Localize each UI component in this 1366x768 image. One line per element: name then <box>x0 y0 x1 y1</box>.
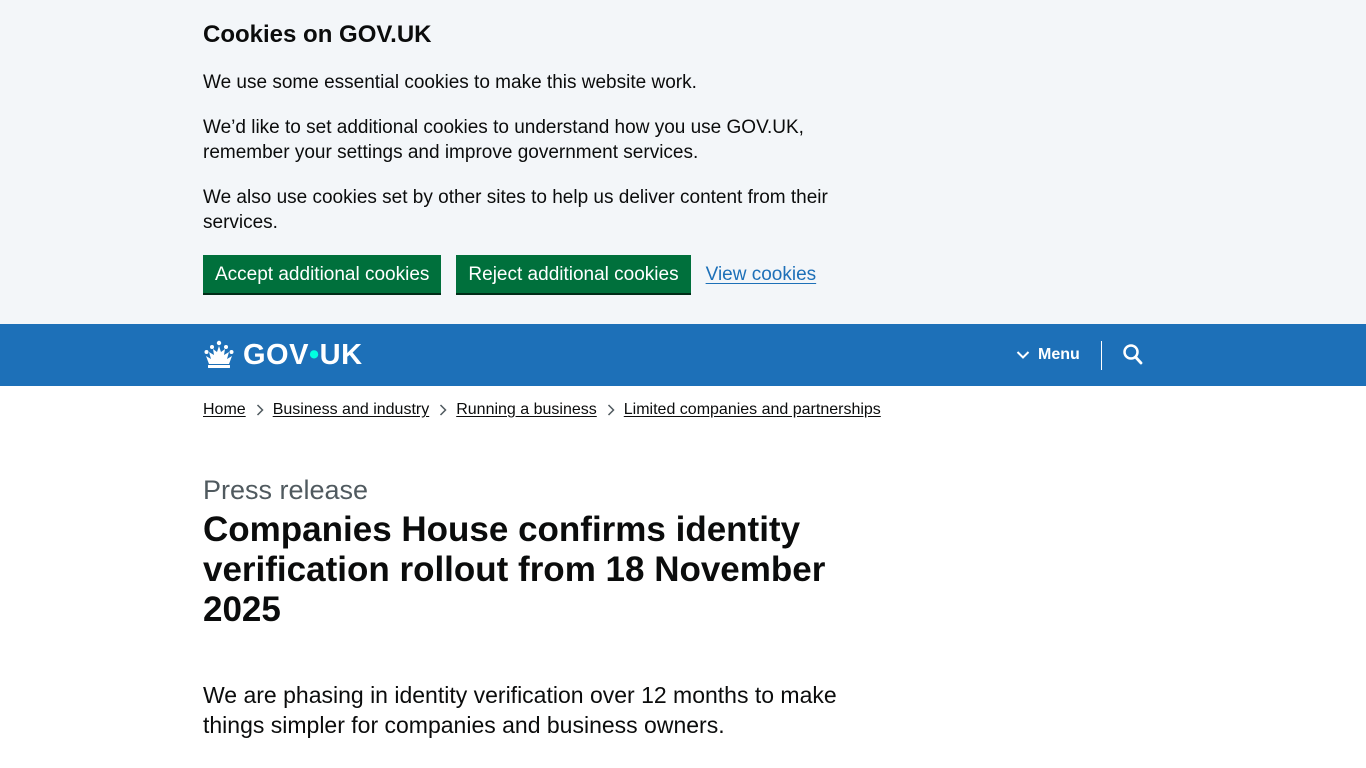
menu-label: Menu <box>1038 346 1080 363</box>
search-button[interactable] <box>1122 343 1144 367</box>
chevron-right-icon <box>256 404 264 416</box>
govuk-logo-text: GOV•UK <box>243 338 363 372</box>
breadcrumb: Home Business and industry Running a bus… <box>203 400 881 420</box>
breadcrumb-running-a-business[interactable]: Running a business <box>456 400 597 420</box>
logo-text-gov: GOV <box>243 339 309 371</box>
chevron-right-icon <box>440 404 447 416</box>
page-lede: We are phasing in identity verification … <box>203 682 837 738</box>
logo-dot: • <box>308 339 320 371</box>
cookie-banner-content: Cookies on GOV.UK We use some essential … <box>203 20 843 293</box>
cookie-banner: Cookies on GOV.UK We use some essential … <box>0 0 1366 324</box>
govuk-logo-link[interactable]: GOV•UK <box>203 338 363 372</box>
page-title: Companies House confirms identity verifi… <box>203 510 826 629</box>
page-caption: Press release <box>203 475 369 505</box>
header-divider <box>1101 341 1102 370</box>
view-cookies-link[interactable]: View cookies <box>706 262 817 287</box>
breadcrumb-limited-companies[interactable]: Limited companies and partnerships <box>624 400 881 420</box>
cookie-banner-actions: Accept additional cookies Reject additio… <box>203 255 816 293</box>
site-header: GOV•UK Menu <box>0 324 1366 386</box>
accept-cookies-button[interactable]: Accept additional cookies <box>203 255 442 293</box>
breadcrumb-home[interactable]: Home <box>203 400 246 420</box>
chevron-down-icon <box>1016 351 1030 359</box>
cookie-banner-text-additional: We’d like to set additional cookies to u… <box>203 117 804 163</box>
chevron-right-icon <box>607 404 615 416</box>
breadcrumb-business-and-industry[interactable]: Business and industry <box>273 400 430 420</box>
cookie-banner-text-essential: We use some essential cookies to make th… <box>203 72 697 93</box>
cookie-banner-title: Cookies on GOV.UK <box>203 21 432 48</box>
reject-cookies-button[interactable]: Reject additional cookies <box>456 255 691 293</box>
cookie-banner-text-third-party: We also use cookies set by other sites t… <box>203 187 828 233</box>
menu-button[interactable]: Menu <box>1016 342 1080 368</box>
logo-text-uk: UK <box>319 339 363 371</box>
crown-icon <box>204 340 234 368</box>
search-icon <box>1123 344 1143 365</box>
